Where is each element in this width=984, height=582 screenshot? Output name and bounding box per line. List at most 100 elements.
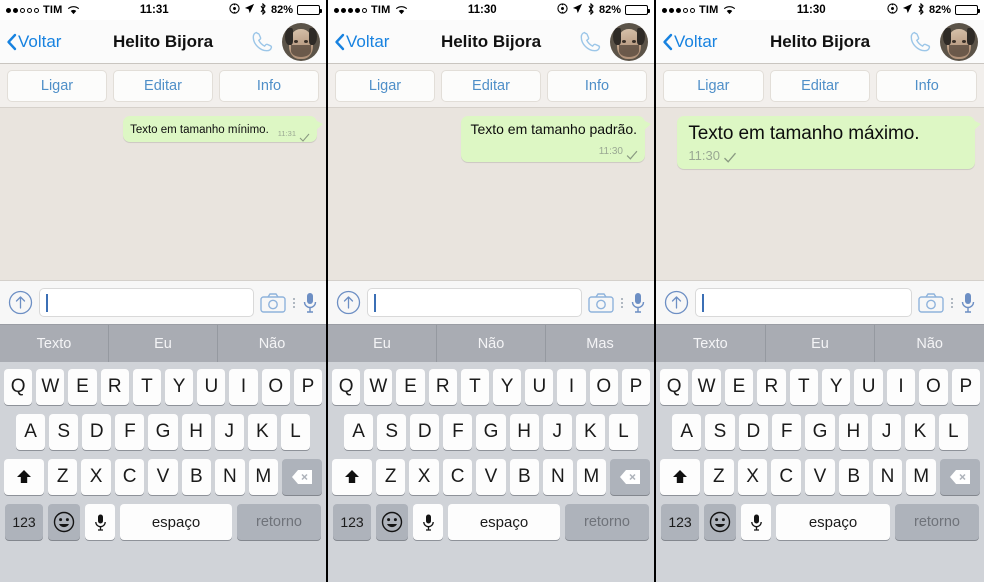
more-vertical-icon[interactable] [620,297,624,308]
prediction-2[interactable]: Não [437,325,546,362]
call-button[interactable]: Ligar [663,69,764,102]
key-k[interactable]: K [247,414,277,450]
upload-arrow-icon[interactable] [664,290,689,315]
edit-button[interactable]: Editar [769,69,871,102]
key-e[interactable]: E [724,369,754,405]
key-c[interactable]: C [114,459,145,495]
key-a[interactable]: A [672,414,702,450]
key-c[interactable]: C [771,459,802,495]
key-x[interactable]: X [409,459,439,495]
shift-key[interactable] [4,459,44,495]
prediction-3[interactable]: Não [218,325,326,362]
more-vertical-icon[interactable] [950,297,954,308]
key-a[interactable]: A [344,414,374,450]
shift-key[interactable] [332,459,372,495]
prediction-3[interactable]: Mas [546,325,654,362]
key-v[interactable]: V [476,459,506,495]
prediction-1[interactable]: Texto [0,325,109,362]
key-v[interactable]: V [148,459,178,495]
key-i[interactable]: I [557,369,586,405]
emoji-key[interactable] [48,504,80,540]
key-u[interactable]: U [854,369,883,405]
key-d[interactable]: D [82,414,112,450]
message-bubble-outgoing[interactable]: Texto em tamanho mínimo. 11:31 [123,116,323,142]
key-r[interactable]: R [428,369,457,405]
key-k[interactable]: K [905,414,935,450]
return-key[interactable]: retorno [565,504,649,540]
more-vertical-icon[interactable] [292,297,296,308]
back-button[interactable]: Voltar [662,32,717,52]
key-l[interactable]: L [608,414,638,450]
key-p[interactable]: P [621,369,651,405]
back-button[interactable]: Voltar [334,32,389,52]
key-d[interactable]: D [738,414,768,450]
phone-icon[interactable] [249,29,275,55]
key-p[interactable]: P [293,369,323,405]
dictation-key[interactable] [741,504,771,540]
message-input-field[interactable] [367,288,582,317]
key-e[interactable]: E [396,369,425,405]
phone-icon[interactable] [907,29,933,55]
camera-icon[interactable] [588,292,614,314]
key-x[interactable]: X [81,459,111,495]
prediction-2[interactable]: Eu [109,325,218,362]
key-j[interactable]: J [542,414,572,450]
key-c[interactable]: C [442,459,473,495]
key-h[interactable]: H [838,414,868,450]
upload-arrow-icon[interactable] [8,290,33,315]
key-j[interactable]: J [871,414,902,450]
key-t[interactable]: T [789,369,818,405]
microphone-icon[interactable] [630,291,646,315]
avatar[interactable] [940,22,978,61]
key-q[interactable]: Q [331,369,361,405]
prediction-1[interactable]: Texto [656,325,766,362]
key-l[interactable]: L [938,414,968,450]
key-g[interactable]: G [805,414,835,450]
dictation-key[interactable] [413,504,443,540]
key-b[interactable]: B [509,459,540,495]
space-key[interactable]: espaço [120,504,232,540]
call-button[interactable]: Ligar [335,69,435,102]
key-t[interactable]: T [132,369,161,405]
message-bubble-outgoing[interactable]: Texto em tamanho padrão. 11:30 [461,116,651,162]
key-g[interactable]: G [476,414,506,450]
info-button[interactable]: Info [876,69,978,102]
phone-icon[interactable] [577,29,603,55]
key-o[interactable]: O [919,369,948,405]
microphone-icon[interactable] [960,291,976,315]
emoji-key[interactable] [704,504,736,540]
key-w[interactable]: W [36,369,65,405]
microphone-icon[interactable] [302,291,318,315]
key-k[interactable]: K [575,414,605,450]
call-button[interactable]: Ligar [7,69,107,102]
camera-icon[interactable] [260,292,286,314]
key-z[interactable]: Z [376,459,406,495]
backspace-key[interactable] [282,459,322,495]
key-s[interactable]: S [705,414,735,450]
key-b[interactable]: B [838,459,869,495]
key-y[interactable]: Y [493,369,522,405]
key-q[interactable]: Q [3,369,33,405]
key-i[interactable]: I [229,369,258,405]
message-input-field[interactable] [695,288,912,317]
numeric-key[interactable]: 123 [333,504,371,540]
key-j[interactable]: J [214,414,244,450]
key-f[interactable]: F [115,414,145,450]
key-r[interactable]: R [100,369,129,405]
key-d[interactable]: D [410,414,440,450]
key-m[interactable]: M [576,459,606,495]
key-a[interactable]: A [16,414,46,450]
key-r[interactable]: R [757,369,786,405]
key-y[interactable]: Y [822,369,851,405]
key-f[interactable]: F [772,414,802,450]
key-p[interactable]: P [951,369,981,405]
shift-key[interactable] [660,459,700,495]
key-n[interactable]: N [215,459,245,495]
back-button[interactable]: Voltar [6,32,61,52]
key-u[interactable]: U [197,369,226,405]
key-z[interactable]: Z [48,459,78,495]
key-f[interactable]: F [443,414,473,450]
upload-arrow-icon[interactable] [336,290,361,315]
numeric-key[interactable]: 123 [661,504,699,540]
key-s[interactable]: S [377,414,407,450]
